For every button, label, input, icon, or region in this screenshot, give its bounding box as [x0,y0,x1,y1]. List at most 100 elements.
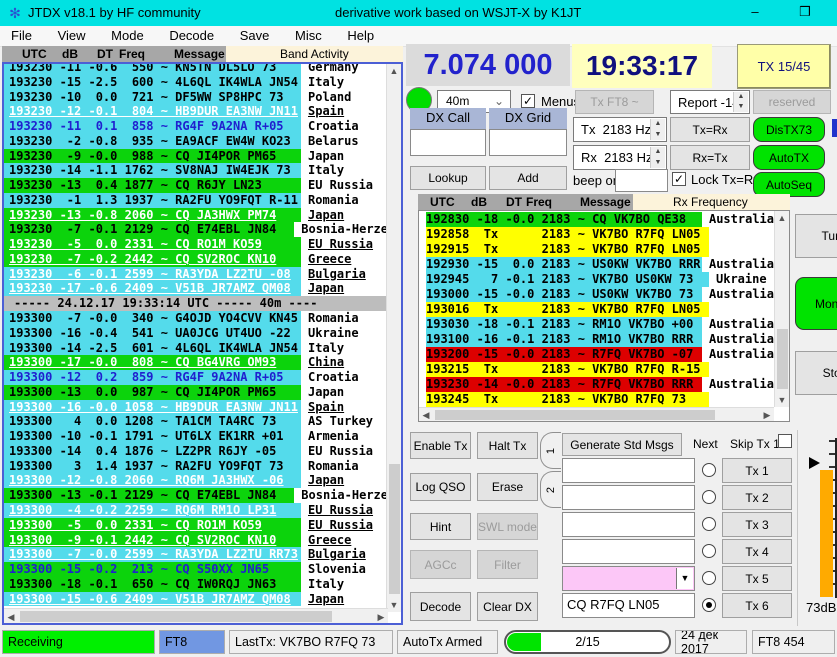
band-activity-hscrollbar[interactable]: ◀ ▶ [4,608,388,623]
decode-row[interactable]: 193300 -17 -0.0 808 ~ CQ BG4VRG OM93Chin… [4,355,388,370]
report-spinner[interactable]: Report -14 ▲▼ [670,90,750,114]
decode-row[interactable]: ----- 24.12.17 19:33:14 UTC ----- 40m --… [4,296,388,311]
tab-msgs-1[interactable]: 1 [540,432,561,469]
decode-row[interactable]: 192945 7 -0.1 2183 ~ VK7BO US0KW 73Ukrai… [419,272,774,287]
tx2-message-input[interactable] [562,485,695,510]
menu-view[interactable]: View [47,26,97,47]
scroll-up-icon[interactable]: ▲ [387,66,401,76]
menu-decode[interactable]: Decode [158,26,225,47]
tx4-radio[interactable] [702,544,716,558]
rx-frequency-hscrollbar[interactable]: ◀ ▶ [419,407,774,421]
decode-row[interactable]: 193300 -13 0.0 987 ~ CQ JI4POR PM65Japan [4,385,388,400]
decode-row[interactable]: 193230 -6 -0.1 2599 ~ RA3YDA LZ2TU -08Bu… [4,267,388,282]
decode-row[interactable]: 193230 -1 1.3 1937 ~ RA2FU YO9FQT R-11Ro… [4,193,388,208]
decode-row[interactable]: 193230 -14 -1.1 1762 ~ SV8NAJ IW4EJK 73I… [4,163,388,178]
decode-row[interactable]: 193300 -12 0.2 859 ~ RG4F 9A2NA R+05Croa… [4,370,388,385]
maximize-button[interactable]: ❒ [790,4,820,22]
power-meter-slider-icon[interactable] [809,457,820,469]
decode-row[interactable]: 193300 -14 -2.5 601 ~ 4L6QL IK4WLA JN54I… [4,341,388,356]
menu-mode[interactable]: Mode [100,26,155,47]
decode-row[interactable]: 193300 -15 -0.6 2409 ~ V51B JR7AMZ QM08J… [4,592,388,607]
decode-row[interactable]: 193300 -7 -0.0 2599 ~ RA3YDA LZ2TU RR73B… [4,547,388,562]
generate-std-msgs-button[interactable]: Generate Std Msgs [562,433,682,456]
decode-row[interactable]: 192858 Tx 2183 ~ VK7BO R7FQ LN05 [419,227,774,242]
hint-button[interactable]: Hint [410,513,471,540]
decode-row[interactable]: 193230 -11 -0.6 550 ~ KN5TN DL5LO 73Germ… [4,62,388,75]
decode-row[interactable]: 193230 -17 -0.6 2409 ~ V51B JR7AMZ QM08J… [4,281,388,296]
autotx-button[interactable]: AutoTX [753,145,825,170]
decode-row[interactable]: 193215 Tx 2183 ~ VK7BO R7FQ R-15 [419,362,774,377]
scroll-left-icon[interactable]: ◀ [6,612,16,623]
tx1-message-input[interactable] [562,458,695,483]
halt-tx-button[interactable]: Halt Tx [477,432,538,459]
decode-row[interactable]: 193300 -15 -0.2 213 ~ CQ S50XX JN65Slove… [4,562,388,577]
band-activity-vscrollbar[interactable]: ▲ ▼ [386,64,401,612]
enable-tx-button[interactable]: Enable Tx [410,432,471,459]
tx6-message-input[interactable]: CQ R7FQ LN05 [562,593,695,618]
monitor-button[interactable]: Monitor [795,277,837,330]
rx-frequency-spinner[interactable]: Rx 2183 Hz ▲▼ [573,145,667,170]
decode-row[interactable]: 193030 -18 -0.1 2183 ~ RM1O VK7BO +00Aus… [419,317,774,332]
decode-row[interactable]: 192830 -18 -0.0 2183 ~ CQ VK7BO QE38Aust… [419,212,774,227]
decode-row[interactable]: 193230 -12 -0.1 804 ~ HB9DUR EA3NW JN11S… [4,104,388,119]
spin-down-icon[interactable]: ▼ [651,130,665,141]
decode-row[interactable]: 193300 -5 0.0 2331 ~ CQ RO1M KO59EU Russ… [4,518,388,533]
scroll-thumb[interactable] [435,410,715,420]
tx-equals-rx-button[interactable]: Tx=Rx [670,117,750,142]
scroll-left-icon[interactable]: ◀ [421,410,431,421]
decode-row[interactable]: 193300 -16 -0.4 541 ~ UA0JCG UT4UO -22Uk… [4,326,388,341]
distx73-button[interactable]: DisTX73 [753,117,825,142]
minimize-button[interactable]: – [740,4,770,22]
scroll-thumb[interactable] [20,611,332,622]
spin-up-icon[interactable]: ▲ [651,147,665,158]
scroll-right-icon[interactable]: ▶ [762,410,772,421]
tx1-radio[interactable] [702,463,716,477]
stop-button[interactable]: Stop [795,351,837,395]
tx6-button[interactable]: Tx 6 [722,593,792,618]
tx2-radio[interactable] [702,490,716,504]
decode-row[interactable]: 193230 -10 0.0 721 ~ DF5WW SP8HPC 73Pola… [4,90,388,105]
spin-up-icon[interactable]: ▲ [734,92,748,102]
decode-row[interactable]: 193300 4 0.0 1208 ~ TA1CM TA4RC 73AS Tur… [4,414,388,429]
tx3-message-input[interactable] [562,512,695,537]
rx-equals-tx-button[interactable]: Rx=Tx [670,145,750,170]
tx3-button[interactable]: Tx 3 [722,512,792,537]
lock-txrx-checkbox[interactable] [672,172,686,186]
decode-row[interactable]: 193300 -14 0.4 1876 ~ LZ2PR R6JY -05EU R… [4,444,388,459]
tx-frequency-spinner[interactable]: Tx 2183 Hz ▲▼ [573,117,667,142]
tx1-button[interactable]: Tx 1 [722,458,792,483]
decode-row[interactable]: 193300 -4 -0.2 2259 ~ RQ6M RM1O LP31EU R… [4,503,388,518]
chevron-down-icon[interactable]: ▼ [676,568,693,589]
spin-up-icon[interactable]: ▲ [651,119,665,130]
tx5-button[interactable]: Tx 5 [722,566,792,591]
tx4-button[interactable]: Tx 4 [722,539,792,564]
tx5-radio[interactable] [702,571,716,585]
menu-save[interactable]: Save [229,26,281,47]
decode-row[interactable]: 193230 -9 -0.0 988 ~ CQ JI4POR PM65Japan [4,149,388,164]
tx6-radio[interactable] [702,598,716,612]
scroll-thumb[interactable] [777,329,788,389]
clear-dx-button[interactable]: Clear DX [477,592,538,621]
scroll-right-icon[interactable]: ▶ [376,612,386,623]
decode-row[interactable]: 193016 Tx 2183 ~ VK7BO R7FQ LN05 [419,302,774,317]
decode-row[interactable]: 193300 -12 -0.8 2060 ~ RQ6M JA3HWX -06Ja… [4,473,388,488]
menu-file[interactable]: File [0,26,43,47]
beep-on-input[interactable] [615,169,668,192]
decode-row[interactable]: 193300 -18 -0.1 650 ~ CQ IW0RQJ JN63Ital… [4,577,388,592]
decode-row[interactable]: 193230 -7 -0.2 2442 ~ CQ SV2ROC KN10Gree… [4,252,388,267]
decode-row[interactable]: 193230 -14 -0.0 2183 ~ R7FQ VK7BO RRRAus… [419,377,774,392]
decode-row[interactable]: 192930 -15 0.0 2183 ~ US0KW VK7BO RRRAus… [419,257,774,272]
decode-button[interactable]: Decode [410,592,471,621]
tab-band-activity[interactable]: Band Activity [280,47,349,61]
erase-button[interactable]: Erase [477,473,538,501]
tab-msgs-2[interactable]: 2 [540,471,561,508]
spin-down-icon[interactable]: ▼ [734,102,748,112]
decode-row[interactable]: 193000 -15 -0.0 2183 ~ US0KW VK7BO 73Aus… [419,287,774,302]
decode-row[interactable]: 193300 -16 -0.0 1058 ~ HB9DUR EA3NW JN11… [4,400,388,415]
decode-row[interactable]: 193230 -11 0.1 858 ~ RG4F 9A2NA R+05Croa… [4,119,388,134]
tx4-message-input[interactable] [562,539,695,564]
skip-tx1-checkbox[interactable] [778,434,792,448]
tx2-button[interactable]: Tx 2 [722,485,792,510]
decode-row[interactable]: 193230 -7 -0.1 2129 ~ CQ E74EBL JN84Bosn… [4,222,388,237]
scroll-down-icon[interactable]: ▼ [387,600,401,610]
